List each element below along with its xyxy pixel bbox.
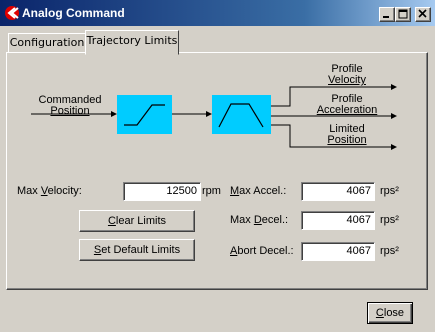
velocity-unit: rpm bbox=[202, 185, 221, 197]
minimize-icon bbox=[383, 16, 389, 18]
accel-unit: rps² bbox=[380, 185, 399, 197]
title-bar[interactable]: Analog Command bbox=[0, 0, 435, 26]
max-velocity-input[interactable]: 12500 bbox=[123, 182, 201, 201]
close-window-button[interactable] bbox=[415, 7, 431, 22]
maximize-button[interactable] bbox=[395, 7, 411, 22]
clear-limits-button[interactable]: Clear Limits bbox=[79, 210, 195, 232]
limited-position-label: Limited Position bbox=[327, 123, 367, 146]
close-icon bbox=[418, 9, 427, 18]
set-default-limits-button[interactable]: Set Default Limits bbox=[79, 239, 195, 261]
commanded-position-label: Commanded Position bbox=[38, 94, 102, 117]
tab-configuration[interactable]: Configuration bbox=[8, 33, 86, 53]
app-logo-icon bbox=[5, 6, 19, 20]
decel-unit: rps² bbox=[380, 214, 399, 226]
profile-velocity-label: Profile Velocity bbox=[328, 63, 366, 86]
minimize-button[interactable] bbox=[379, 7, 395, 22]
trajectory-limits-panel: Commanded Position Profile Velocity Prof… bbox=[6, 52, 428, 290]
connect-arrow-icon bbox=[206, 111, 212, 117]
max-accel-input[interactable]: 4067 bbox=[301, 182, 375, 201]
tab-trajectory-limits[interactable]: Trajectory Limits bbox=[85, 30, 179, 55]
max-accel-label: Max Accel.: bbox=[230, 185, 287, 197]
accel-limit-block bbox=[212, 95, 271, 134]
close-button[interactable]: Close bbox=[367, 302, 413, 324]
abort-decel-label: Abort Decel.: bbox=[230, 245, 294, 257]
abort-decel-unit: rps² bbox=[380, 245, 399, 257]
maximize-icon bbox=[398, 9, 408, 19]
position-output-arrow-icon bbox=[391, 144, 397, 150]
window-title: Analog Command bbox=[22, 6, 125, 20]
abort-decel-input[interactable]: 4067 bbox=[301, 242, 375, 261]
input-arrow-icon bbox=[111, 111, 117, 117]
max-velocity-label: Max Velocity: bbox=[17, 185, 82, 197]
max-decel-label: Max Decel.: bbox=[230, 214, 289, 226]
velocity-output-arrow-icon bbox=[391, 84, 397, 90]
profile-acceleration-label: Profile Acceleration bbox=[316, 93, 378, 116]
analog-command-window: Analog Command Configuration Trajectory … bbox=[0, 0, 435, 332]
max-decel-input[interactable]: 4067 bbox=[301, 211, 375, 230]
